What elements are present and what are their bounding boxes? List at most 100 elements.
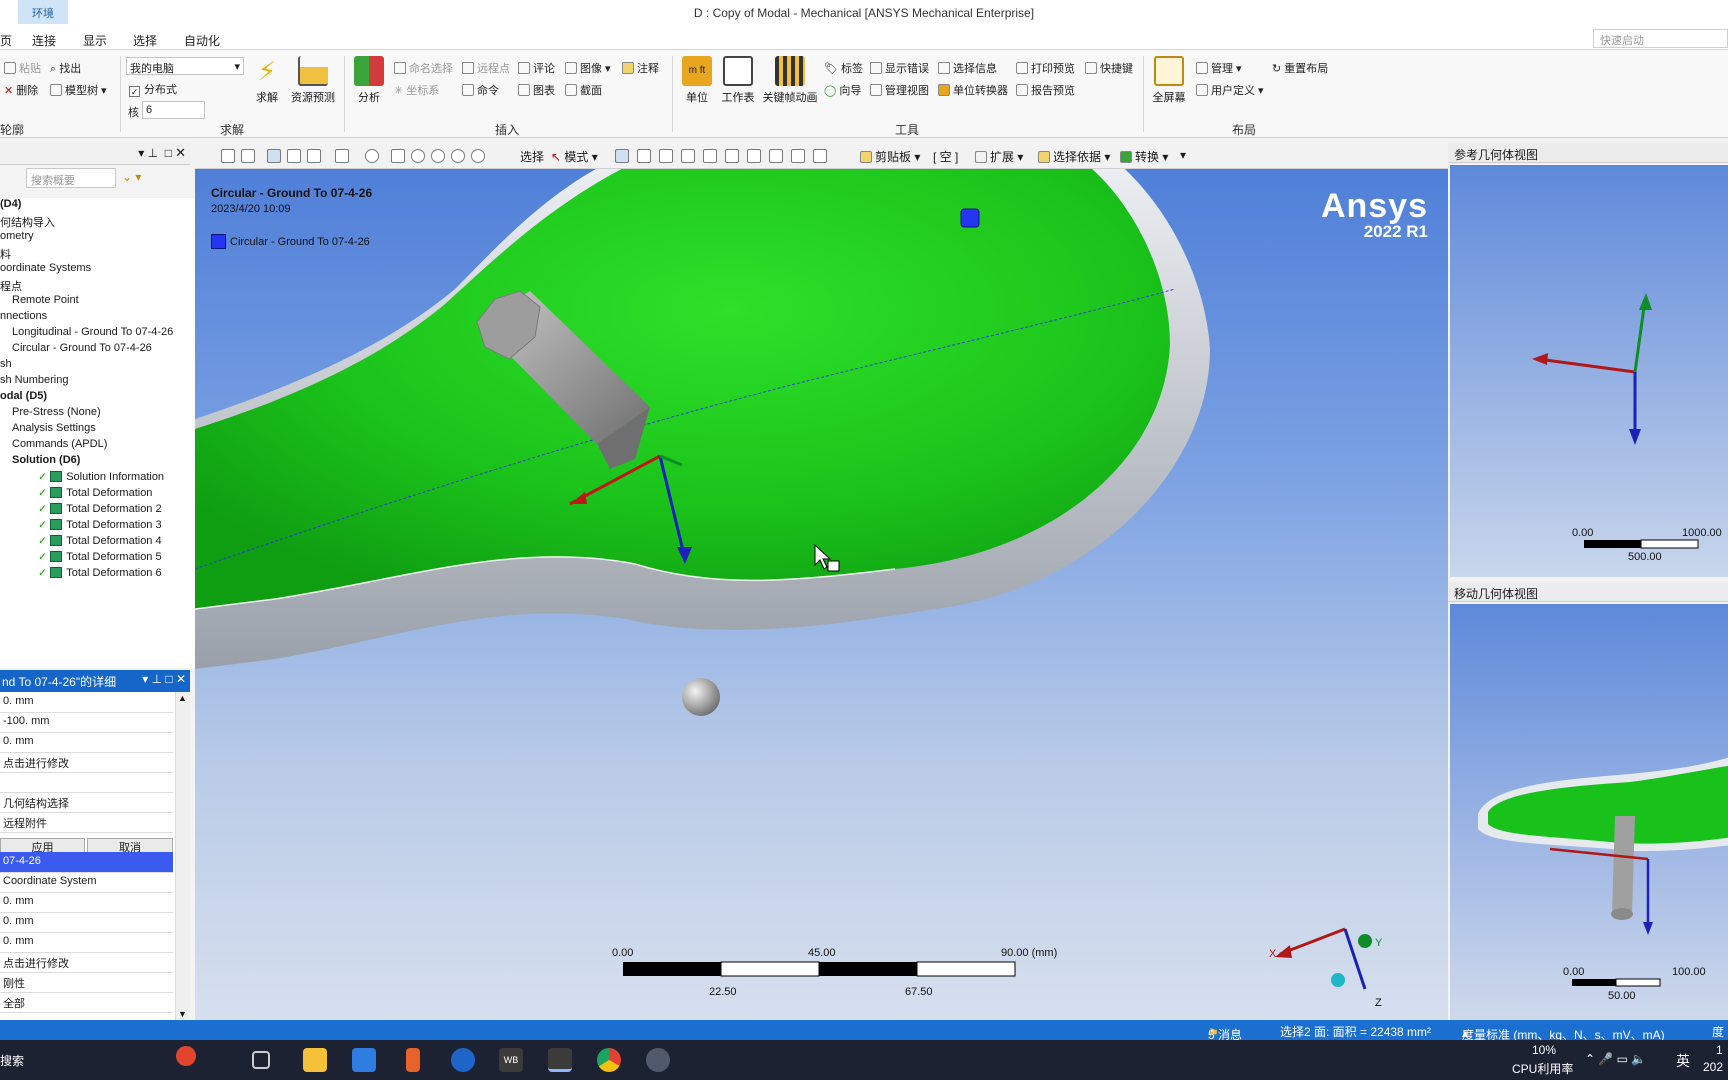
select-body-icon[interactable]	[681, 149, 695, 163]
pin-icon[interactable]: ▾ ⊥	[138, 146, 158, 160]
outline-search-input[interactable]: 搜索概要	[26, 168, 116, 188]
chat-app-icon[interactable]	[646, 1048, 670, 1072]
resource-prediction-button[interactable]: 资源预测	[288, 56, 338, 105]
model-tree-button[interactable]: 模型树 ▾	[50, 82, 107, 98]
delete-button[interactable]: ✕ 删除	[4, 82, 38, 98]
details-scrollbar[interactable]: ▲ ▼	[175, 692, 190, 1020]
filter-icon[interactable]: ⌄ ▾	[122, 170, 141, 184]
file-explorer-icon[interactable]	[303, 1048, 327, 1072]
selection-info-button[interactable]: 选择信息	[938, 60, 997, 76]
chart-button[interactable]: 图表	[518, 82, 555, 98]
select-node-icon[interactable]	[703, 149, 717, 163]
worksheet-button[interactable]: 工作表	[720, 56, 756, 105]
tree-item[interactable]: sh Numbering	[0, 374, 68, 390]
wireframe-icon[interactable]	[307, 149, 321, 163]
toolbar-overflow-icon[interactable]: ▾	[1180, 148, 1186, 162]
tree-item[interactable]: ✓ Total Deformation	[38, 486, 152, 502]
tree-item[interactable]: odal (D5)	[0, 390, 47, 406]
chevron-up-icon[interactable]: ▲	[178, 693, 187, 703]
magnifier-icon[interactable]	[471, 149, 485, 163]
image-button[interactable]: 图像 ▾	[565, 60, 611, 76]
shortcuts-button[interactable]: 快捷键	[1085, 60, 1133, 76]
tree-item[interactable]: Pre-Stress (None)	[12, 406, 101, 422]
tree-item[interactable]: 何结构导入	[0, 214, 55, 230]
tree-item[interactable]: ✓ Total Deformation 2	[38, 502, 162, 518]
mode-dropdown[interactable]: ↖ 模式 ▾	[551, 148, 598, 165]
chevron-down-icon[interactable]: ▼	[178, 1009, 187, 1019]
tree-item[interactable]: Remote Point	[12, 294, 79, 310]
pan-icon[interactable]	[391, 149, 405, 163]
machine-select[interactable]: 我的电脑 ▾	[126, 57, 244, 75]
details-row[interactable]: 几何结构选择	[0, 792, 173, 813]
close-icon[interactable]: ✕	[175, 145, 186, 161]
select-edge-icon[interactable]	[637, 149, 651, 163]
moving-geometry-view[interactable]: 0.00 100.00 50.00	[1450, 604, 1728, 1020]
task-view-icon[interactable]	[252, 1051, 270, 1069]
graphics-viewport[interactable]: Circular - Ground To 07-4-26 2023/4/20 1…	[195, 169, 1448, 1020]
details-row[interactable]: 点击进行修改	[0, 752, 173, 773]
report-preview-button[interactable]: 报告预览	[1016, 82, 1075, 98]
edge-icon[interactable]	[451, 1048, 475, 1072]
widget-icon[interactable]	[176, 1046, 196, 1066]
tree-item[interactable]: Solution (D6)	[12, 454, 80, 470]
tab-automation[interactable]: 自动化	[184, 32, 220, 49]
coordinate-system-button[interactable]: ✳ 坐标系	[394, 82, 439, 98]
convert-dropdown[interactable]: 转换 ▾	[1120, 148, 1168, 165]
details-row[interactable]: 0. mm	[0, 912, 173, 933]
app-icon[interactable]	[352, 1048, 376, 1072]
zoom-to-fit-icon[interactable]	[451, 149, 465, 163]
paste-button[interactable]: 粘贴	[4, 60, 41, 76]
ime-indicator[interactable]: 英	[1676, 1051, 1690, 1071]
tree-item[interactable]: Analysis Settings	[12, 422, 96, 438]
reference-geometry-view[interactable]: 0.00 1000.00 500.00	[1450, 165, 1728, 577]
show-errors-button[interactable]: 显示错误	[870, 60, 929, 76]
manage-button[interactable]: 管理 ▾	[1196, 60, 1242, 76]
maximize-icon[interactable]: □	[165, 146, 172, 160]
recorder-icon[interactable]	[406, 1048, 420, 1072]
details-row[interactable]: 0. mm	[0, 732, 173, 753]
cores-input[interactable]: 6	[142, 101, 205, 119]
reset-layout-button[interactable]: ↻ 重置布局	[1272, 60, 1328, 76]
named-selection-button[interactable]: 命名选择	[394, 60, 453, 76]
details-row[interactable]: Coordinate System	[0, 872, 173, 893]
keyframe-animation-button[interactable]: 关键帧动画	[760, 56, 820, 105]
find-button[interactable]: ⌕ 找出	[50, 60, 81, 76]
print-preview-button[interactable]: 打印预览	[1016, 60, 1075, 76]
tree-item[interactable]: Circular - Ground To 07-4-26	[12, 342, 152, 358]
extend-dropdown[interactable]: 扩展 ▾	[975, 148, 1023, 165]
tree-item[interactable]: (D4)	[0, 198, 21, 214]
units-button[interactable]: m ft 单位	[680, 56, 714, 105]
select-extra2-icon[interactable]	[813, 149, 827, 163]
tree-item[interactable]: oordinate Systems	[0, 262, 91, 278]
details-row[interactable]: 刚性	[0, 972, 173, 993]
box-zoom-icon[interactable]	[431, 149, 445, 163]
chrome-icon[interactable]	[597, 1048, 621, 1072]
iso-view-icon[interactable]	[267, 149, 281, 163]
tab-select[interactable]: 选择	[133, 32, 157, 49]
comment-button[interactable]: 评论	[518, 60, 555, 76]
annotation-button[interactable]: 注释	[622, 60, 659, 76]
tree-item[interactable]: ✓ Total Deformation 3	[38, 518, 162, 534]
details-row[interactable]: 点击进行修改	[0, 952, 173, 973]
fullscreen-button[interactable]: 全屏幕	[1150, 56, 1188, 105]
select-element-icon[interactable]	[747, 149, 761, 163]
select-vertex-icon[interactable]	[615, 149, 629, 163]
zoom-icon[interactable]	[411, 149, 425, 163]
details-row[interactable]: 远程附件	[0, 812, 173, 833]
details-row[interactable]: 0. mm	[0, 692, 173, 713]
solve-button[interactable]: ⚡ 求解	[252, 56, 282, 105]
select-face-icon[interactable]	[659, 149, 673, 163]
remote-point-button[interactable]: 远程点	[462, 60, 510, 76]
tree-item[interactable]: 程点	[0, 278, 22, 294]
tree-item[interactable]: ometry	[0, 230, 34, 246]
tags-button[interactable]: 🏷 标签	[824, 60, 863, 76]
tree-item[interactable]: 料	[0, 246, 11, 262]
clipboard-dropdown[interactable]: 剪贴板 ▾	[860, 148, 920, 165]
details-row[interactable]	[0, 772, 173, 793]
tab-connect[interactable]: 连接	[32, 32, 56, 49]
tree-item[interactable]: Longitudinal - Ground To 07-4-26	[12, 326, 173, 342]
tree-item[interactable]: Commands (APDL)	[12, 438, 107, 454]
select-extra-icon[interactable]	[791, 149, 805, 163]
display-options-icon[interactable]	[335, 149, 349, 163]
unit-converter-button[interactable]: 单位转换器	[938, 82, 1008, 98]
